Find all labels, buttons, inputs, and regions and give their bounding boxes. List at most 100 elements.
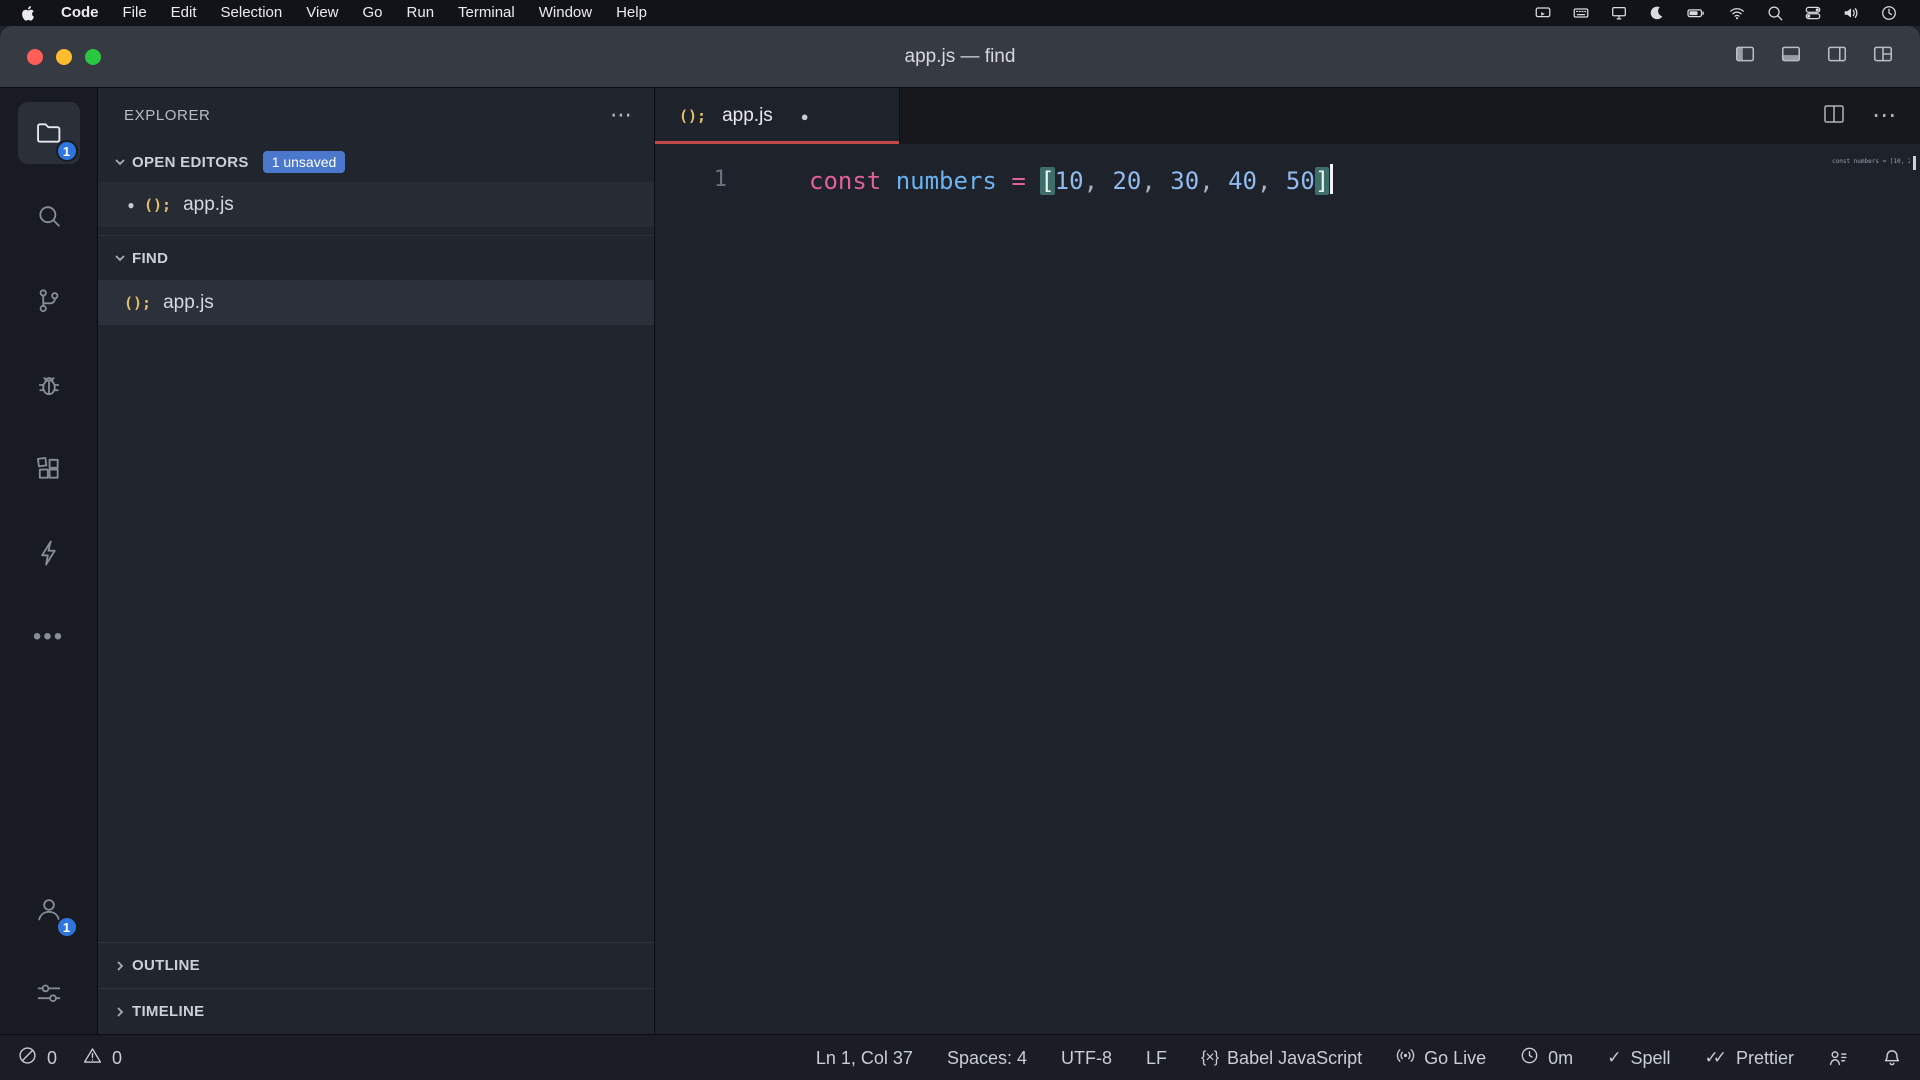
tab-modified-dot-icon[interactable]: ● — [801, 109, 809, 124]
keyboard-icon[interactable] — [1572, 4, 1590, 22]
screen-mirroring-icon[interactable] — [1534, 4, 1552, 22]
apple-menu-icon[interactable] — [6, 5, 49, 22]
section-open-editors[interactable]: OPEN EDITORS 1 unsaved — [98, 142, 654, 182]
settings-sliders-icon — [34, 978, 64, 1008]
tab-app-js[interactable]: (); app.js ● — [655, 88, 900, 144]
editor-actions: ⋯ — [1822, 88, 1920, 144]
time-tracker-indicator[interactable]: 0m — [1520, 1046, 1573, 1070]
menu-app-name[interactable]: Code — [49, 0, 111, 26]
explorer-more-actions-icon[interactable]: ⋯ — [610, 104, 632, 126]
menu-window[interactable]: Window — [527, 0, 604, 26]
overview-ruler-cursor-mark — [1913, 156, 1916, 170]
editor-more-actions-icon[interactable]: ⋯ — [1872, 104, 1896, 128]
token-operator: = — [1011, 167, 1025, 195]
line-number: 1 — [655, 167, 767, 192]
indentation-indicator[interactable]: Spaces: 4 — [947, 1048, 1027, 1069]
menu-go[interactable]: Go — [351, 0, 395, 26]
problems-indicator[interactable]: 0 — [18, 1046, 57, 1070]
speaker-icon[interactable] — [1842, 4, 1860, 22]
clock-icon[interactable] — [1880, 4, 1898, 22]
section-timeline[interactable]: TIMELINE — [98, 988, 654, 1034]
menu-selection[interactable]: Selection — [209, 0, 295, 26]
minimap[interactable]: const numbers = [10, 20, 30, 40, 50] — [1832, 158, 1910, 166]
outline-label: OUTLINE — [132, 957, 200, 974]
menu-view[interactable]: View — [294, 0, 350, 26]
search-icon[interactable] — [1766, 4, 1784, 22]
toggle-primary-sidebar-icon[interactable] — [1734, 43, 1756, 70]
open-editor-app-js[interactable]: ● (); app.js — [98, 182, 654, 227]
error-icon — [18, 1046, 37, 1070]
encoding-indicator[interactable]: UTF-8 — [1061, 1048, 1112, 1069]
section-outline[interactable]: OUTLINE — [98, 942, 654, 988]
sidebar-explorer: EXPLORER ⋯ OPEN EDITORS 1 unsaved ● (); … — [98, 88, 655, 1034]
accounts-status-icon[interactable] — [1828, 1048, 1848, 1068]
close-window-button[interactable] — [27, 49, 43, 65]
go-live-button[interactable]: Go Live — [1396, 1046, 1486, 1070]
activity-extensions[interactable] — [18, 438, 80, 500]
token-keyword: const — [809, 167, 881, 195]
zoom-window-button[interactable] — [85, 49, 101, 65]
activity-accounts[interactable]: 1 — [18, 878, 80, 940]
activity-thunder-client[interactable] — [18, 522, 80, 584]
code-line-text[interactable]: const numbers = [10, 20, 30, 40, 50] — [767, 164, 1333, 195]
file-app-js[interactable]: (); app.js — [98, 280, 654, 325]
code-area[interactable]: 1 const numbers = [10, 20, 30, 40, 50] c… — [655, 144, 1920, 1034]
toggle-panel-icon[interactable] — [1780, 43, 1802, 70]
status-bar: 0 0 Ln 1, Col 37 Spaces: 4 UTF-8 LF {×} … — [0, 1034, 1920, 1080]
layout-controls — [1734, 43, 1920, 70]
eol-indicator[interactable]: LF — [1146, 1048, 1167, 1069]
editor-tab-bar: (); app.js ● ⋯ — [655, 88, 1920, 144]
extensions-icon — [34, 454, 64, 484]
minimize-window-button[interactable] — [56, 49, 72, 65]
activity-explorer[interactable]: 1 — [18, 102, 80, 164]
js-file-icon: (); — [124, 294, 151, 312]
split-editor-icon[interactable] — [1822, 102, 1846, 131]
window-title: app.js — find — [0, 46, 1920, 68]
spell-checker-indicator[interactable]: ✓ Spell — [1607, 1048, 1670, 1069]
unsaved-count-badge: 1 unsaved — [263, 151, 346, 173]
check-icon: ✓ — [1607, 1048, 1621, 1068]
moon-icon[interactable] — [1648, 4, 1666, 22]
token-close-bracket: ] — [1315, 167, 1329, 195]
menu-terminal[interactable]: Terminal — [446, 0, 527, 26]
menu-run[interactable]: Run — [395, 0, 447, 26]
ellipsis-icon: ••• — [33, 623, 64, 651]
notifications-bell-icon[interactable] — [1882, 1048, 1902, 1068]
section-find-folder[interactable]: FIND — [98, 235, 654, 280]
toggle-secondary-sidebar-icon[interactable] — [1826, 43, 1848, 70]
code-line-1: 1 const numbers = [10, 20, 30, 40, 50] — [655, 156, 1920, 202]
activity-more[interactable]: ••• — [18, 606, 80, 668]
menu-edit[interactable]: Edit — [159, 0, 209, 26]
explorer-badge: 1 — [56, 140, 78, 162]
menu-file[interactable]: File — [111, 0, 159, 26]
customize-layout-icon[interactable] — [1872, 43, 1894, 70]
activity-bar: 1 ••• 1 — [0, 88, 98, 1034]
open-editors-label: OPEN EDITORS — [132, 154, 249, 171]
display-icon[interactable] — [1610, 4, 1628, 22]
warning-icon — [83, 1046, 102, 1070]
warnings-indicator[interactable]: 0 — [83, 1046, 122, 1070]
menu-help[interactable]: Help — [604, 0, 659, 26]
activity-settings[interactable] — [18, 962, 80, 1024]
accounts-badge: 1 — [56, 916, 78, 938]
macos-menu-bar: Code File Edit Selection View Go Run Ter… — [0, 0, 1920, 26]
activity-run-debug[interactable] — [18, 354, 80, 416]
activity-search[interactable] — [18, 186, 80, 248]
wifi-icon[interactable] — [1728, 4, 1746, 22]
modified-dot-icon[interactable]: ● — [118, 198, 144, 212]
language-mode-indicator[interactable]: {×} Babel JavaScript — [1201, 1048, 1362, 1069]
chevron-down-icon — [108, 250, 132, 266]
double-check-icon: ✓✓ — [1704, 1048, 1727, 1068]
file-name: app.js — [163, 292, 214, 314]
title-bar: app.js — find — [0, 26, 1920, 88]
activity-source-control[interactable] — [18, 270, 80, 332]
clock-icon — [1520, 1046, 1539, 1070]
control-center-icon[interactable] — [1804, 4, 1822, 22]
search-icon — [34, 202, 64, 232]
tab-file-name: app.js — [722, 105, 773, 127]
broadcast-icon — [1396, 1046, 1415, 1070]
sidebar-title: EXPLORER — [124, 107, 211, 124]
battery-icon[interactable] — [1686, 4, 1708, 22]
cursor-position-indicator[interactable]: Ln 1, Col 37 — [816, 1048, 913, 1069]
prettier-indicator[interactable]: ✓✓ Prettier — [1704, 1048, 1794, 1069]
